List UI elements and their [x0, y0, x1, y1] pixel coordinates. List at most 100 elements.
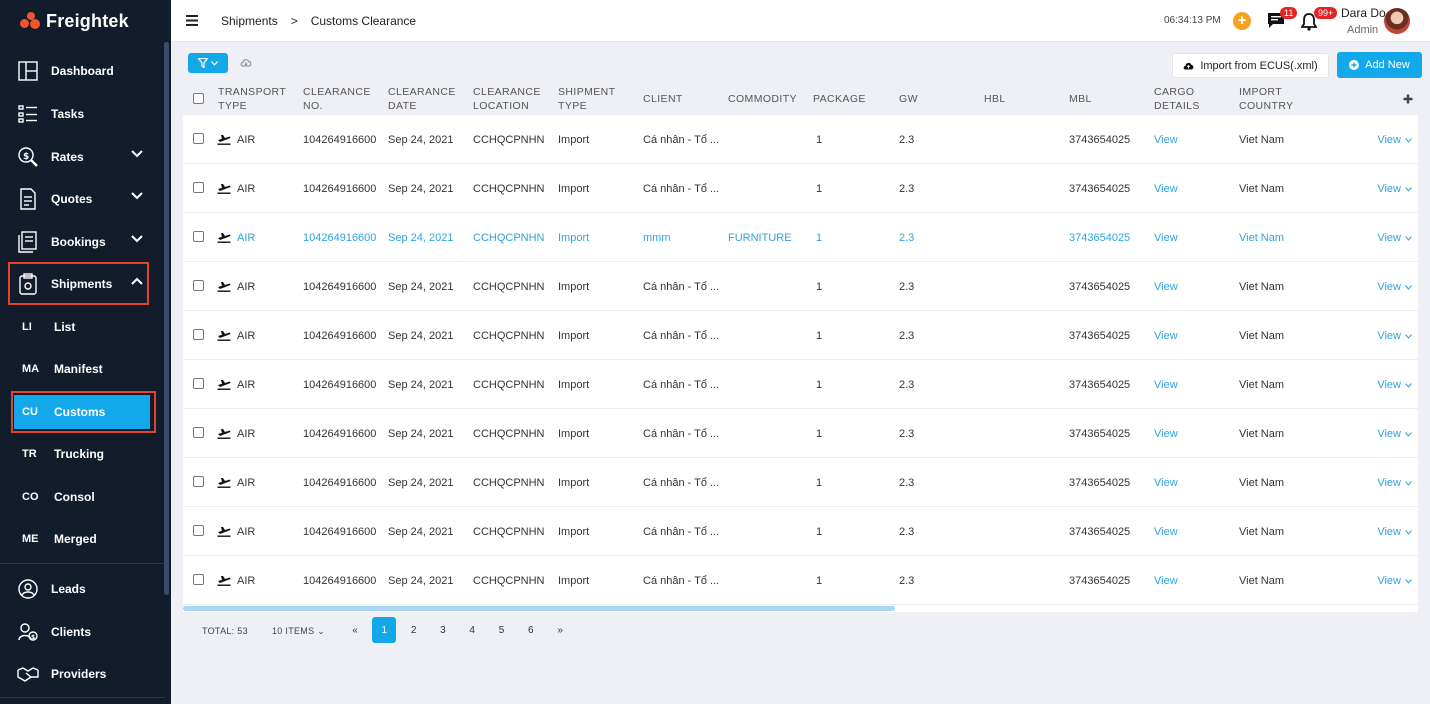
quick-add-button[interactable]: + — [1233, 12, 1251, 30]
sidebar-item-providers[interactable]: Providers — [0, 654, 165, 694]
row-checkbox[interactable] — [193, 427, 204, 438]
table-row[interactable]: AIR 104264916600 Sep 24, 2021 CCHQCPNHN Impo… — [183, 115, 1418, 164]
row-view-action[interactable]: View — [1377, 330, 1412, 342]
table-row[interactable]: AIR 104264916600 Sep 24, 2021 CCHQCPNHN Impo… — [183, 507, 1418, 556]
row-view-action[interactable]: View — [1377, 477, 1412, 489]
sidebar-item-tasks[interactable]: Tasks — [0, 94, 165, 134]
row-view-action[interactable]: View — [1377, 281, 1412, 293]
table-row[interactable]: AIR 104264916600 Sep 24, 2021 CCHQCPNHN Impo… — [183, 164, 1418, 213]
sidebar-item-quotes[interactable]: Quotes — [0, 179, 165, 219]
page-1-button[interactable]: 1 — [372, 617, 397, 643]
cargo-details-link[interactable]: View — [1154, 134, 1178, 146]
table-row[interactable]: AIR 104264916600 Sep 24, 2021 CCHQCPNHN Impo… — [183, 409, 1418, 458]
sidebar-subitem-manifest[interactable]: MA Manifest — [0, 350, 165, 388]
table-row[interactable]: AIR 104264916600 Sep 24, 2021 CCHQCPNHN Impo… — [183, 556, 1418, 605]
chevron-down-icon[interactable] — [131, 150, 143, 158]
cargo-details-link[interactable]: View — [1154, 330, 1178, 342]
row-view-action[interactable]: View — [1377, 526, 1412, 538]
row-view-action[interactable]: View — [1377, 232, 1412, 244]
row-view-action[interactable]: View — [1377, 428, 1412, 440]
cargo-details-link[interactable]: View — [1154, 379, 1178, 391]
sidebar-subitem-merged[interactable]: ME Merged — [0, 520, 165, 558]
breadcrumb-shipments[interactable]: Shipments — [221, 14, 278, 28]
sidebar-item-bookings[interactable]: Bookings — [0, 222, 165, 262]
column-header-gw[interactable]: GW — [899, 92, 918, 106]
cargo-details-link[interactable]: View — [1154, 428, 1178, 440]
page-3-button[interactable]: 3 — [431, 617, 455, 643]
page-5-button[interactable]: 5 — [490, 617, 514, 643]
filter-button[interactable] — [188, 53, 228, 73]
column-header-transport-type[interactable]: TRANSPORT TYPE — [218, 85, 288, 113]
client-cell: Cá nhân - Tổ ... — [643, 281, 720, 293]
table-row[interactable]: AIR 104264916600 Sep 24, 2021 CCHQCPNHN Impo… — [183, 360, 1418, 409]
add-new-button[interactable]: Add New — [1337, 52, 1422, 78]
row-view-action[interactable]: View — [1377, 183, 1412, 195]
page-6-button[interactable]: 6 — [519, 617, 543, 643]
cargo-details-link[interactable]: View — [1154, 526, 1178, 538]
table-row[interactable]: AIR 104264916600 Sep 24, 2021 CCHQCPNHN Impo… — [183, 458, 1418, 507]
row-view-action[interactable]: View — [1377, 379, 1412, 391]
avatar[interactable] — [1384, 8, 1410, 34]
app-logo[interactable]: Freightek — [0, 0, 171, 42]
horizontal-scrollbar[interactable] — [183, 606, 895, 611]
row-checkbox[interactable] — [193, 280, 204, 291]
select-all-checkbox[interactable] — [193, 93, 204, 104]
cargo-details-link[interactable]: View — [1154, 232, 1178, 244]
airplane-icon — [217, 576, 231, 586]
chevron-down-icon[interactable] — [131, 192, 143, 200]
page-2-button[interactable]: 2 — [402, 617, 426, 643]
row-checkbox[interactable] — [193, 231, 204, 242]
row-checkbox[interactable] — [193, 182, 204, 193]
import-country-cell: Viet Nam — [1239, 232, 1285, 244]
clearance-location-cell: CCHQCPNHN — [473, 330, 545, 342]
transport-type-cell: AIR — [237, 232, 256, 244]
user-name[interactable]: Dara Do — [1341, 6, 1386, 20]
column-header-package[interactable]: PACKAGE — [813, 92, 866, 106]
cargo-details-link[interactable]: View — [1154, 477, 1178, 489]
row-checkbox[interactable] — [193, 378, 204, 389]
plus-circle-icon — [1349, 60, 1360, 70]
menu-icon[interactable] — [186, 15, 198, 26]
sidebar-item-clients[interactable]: $ Clients — [0, 612, 165, 652]
row-view-action[interactable]: View — [1377, 575, 1412, 587]
sidebar-item-leads[interactable]: Leads — [0, 569, 165, 609]
row-checkbox[interactable] — [193, 574, 204, 585]
column-header-hbl[interactable]: HBL — [984, 92, 1006, 106]
cargo-details-link[interactable]: View — [1154, 281, 1178, 293]
cargo-details-link[interactable]: View — [1154, 575, 1178, 587]
breadcrumb: Shipments > Customs Clearance — [221, 14, 416, 28]
page-4-button[interactable]: 4 — [460, 617, 484, 643]
sidebar-item-dashboard[interactable]: Dashboard — [0, 51, 165, 91]
column-header-clearance-no[interactable]: CLEARANCE NO. — [303, 85, 378, 113]
sidebar-item-rates[interactable]: $ Rates — [0, 137, 165, 177]
column-header-commodity[interactable]: COMMODITY — [728, 92, 797, 106]
column-settings-plus-icon[interactable] — [1403, 94, 1413, 104]
row-checkbox[interactable] — [193, 133, 204, 144]
import-ecus-button[interactable]: Import from ECUS(.xml) — [1172, 53, 1329, 78]
pagination-prev-button[interactable]: « — [343, 617, 367, 643]
column-header-shipment-type[interactable]: SHIPMENT TYPE — [558, 85, 633, 113]
cargo-details-link[interactable]: View — [1154, 183, 1178, 195]
items-per-page-select[interactable]: 10 ITEMS ⌄ — [272, 626, 325, 637]
column-header-clearance-location[interactable]: CLEARANCE LOCATION — [473, 85, 551, 113]
pagination-next-button[interactable]: » — [548, 617, 572, 643]
table-row[interactable]: AIR 104264916600 Sep 24, 2021 CCHQCPNHN Impo… — [183, 262, 1418, 311]
sidebar-subitem-trucking[interactable]: TR Trucking — [0, 435, 165, 473]
sidebar-subitem-list[interactable]: LI List — [0, 308, 165, 346]
table-row[interactable]: AIR 104264916600 Sep 24, 2021 CCHQCPNHN Impo… — [183, 311, 1418, 360]
cloud-download-icon[interactable] — [240, 58, 252, 67]
column-header-cargo-details[interactable]: CARGO DETAILS — [1154, 85, 1214, 113]
chevron-down-icon — [211, 60, 218, 66]
row-checkbox[interactable] — [193, 476, 204, 487]
column-header-clearance-date[interactable]: CLEARANCE DATE — [388, 85, 463, 113]
row-checkbox[interactable] — [193, 525, 204, 536]
row-checkbox[interactable] — [193, 329, 204, 340]
sidebar-subitem-consol[interactable]: CO Consol — [0, 478, 165, 516]
column-header-import-country[interactable]: IMPORT COUNTRY — [1239, 85, 1314, 113]
table-row[interactable]: AIR 104264916600 Sep 24, 2021 CCHQCPNHN Impo… — [183, 213, 1418, 262]
chevron-down-icon[interactable] — [131, 235, 143, 243]
row-view-action[interactable]: View — [1377, 134, 1412, 146]
column-header-mbl[interactable]: MBL — [1069, 92, 1092, 106]
column-header-client[interactable]: CLIENT — [643, 92, 683, 106]
shipment-type-cell: Import — [558, 134, 590, 146]
